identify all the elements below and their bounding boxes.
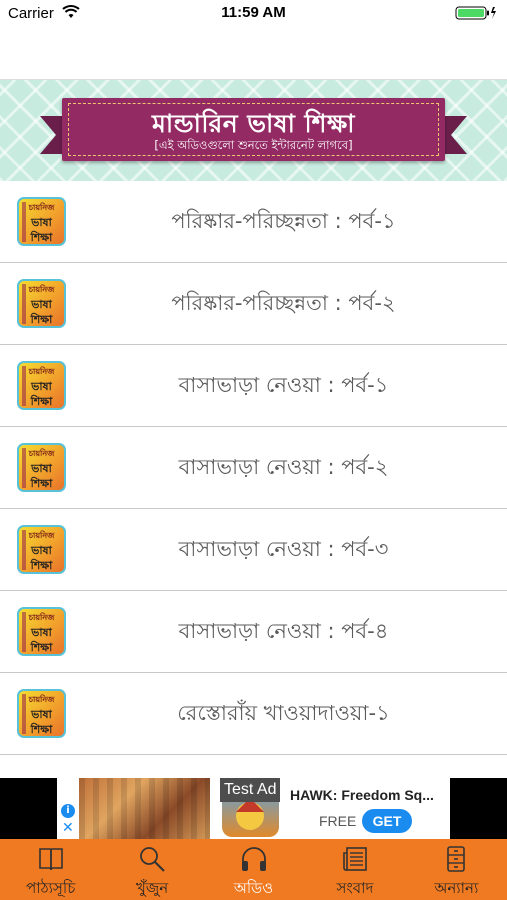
tab-label: সংবাদ <box>336 879 374 897</box>
tab-label: অডিও <box>233 879 274 897</box>
lesson-thumbnail: চায়নিজ ভাষা শিক্ষা <box>17 607 66 656</box>
list-item[interactable]: চায়নিজ ভাষা শিক্ষা বাসাভাড়া নেওয়া : প… <box>0 591 507 673</box>
ad-card[interactable]: i ✕ Test Ad HAWK: Freedom Sq... FREE GET <box>57 778 450 839</box>
lesson-thumbnail: চায়নিজ ভাষা শিক্ষা <box>17 689 66 738</box>
header-banner: মান্ডারিন ভাষা শিক্ষা [এই অডিওগুলো শুনতে… <box>0 80 507 181</box>
ad-banner[interactable]: i ✕ Test Ad HAWK: Freedom Sq... FREE GET <box>0 778 507 839</box>
thumbnail-line3: শিক্ষা <box>30 641 53 654</box>
tab-label: খুঁজুন <box>135 879 169 897</box>
lesson-title: পরিষ্কার-পরিচ্ছন্নতা : পর্ব-১ <box>171 209 396 233</box>
tab-news[interactable]: সংবাদ <box>304 839 405 900</box>
list-item[interactable]: চায়নিজ ভাষা শিক্ষা বাসাভাড়া নেওয়া : প… <box>0 509 507 591</box>
newspaper-icon <box>343 847 367 871</box>
lesson-title: রেস্তোরাঁয় খাওয়াদাওয়া-১ <box>177 701 390 725</box>
banner-ribbon: মান্ডারিন ভাষা শিক্ষা [এই অডিওগুলো শুনতে… <box>62 98 445 161</box>
list-item[interactable]: চায়নিজ ভাষা শিক্ষা বাসাভাড়া নেওয়া : প… <box>0 427 507 509</box>
ad-get-button[interactable]: GET <box>362 809 412 833</box>
lesson-thumbnail: চায়নিজ ভাষা শিক্ষা <box>17 279 66 328</box>
list-item[interactable]: চায়নিজ ভাষা শিক্ষা বাসাভাড়া নেওয়া : প… <box>0 345 507 427</box>
clock: 11:59 AM <box>221 4 286 21</box>
lesson-thumbnail: চায়নিজ ভাষা শিক্ষা <box>17 443 66 492</box>
lesson-title: বাসাভাড়া নেওয়া : পর্ব-২ <box>178 455 389 479</box>
list-item[interactable]: চায়নিজ ভাষা শিক্ষা পরিষ্কার-পরিচ্ছন্নতা… <box>0 181 507 263</box>
navigation-bar <box>0 28 507 80</box>
lesson-thumbnail: চায়নিজ ভাষা শিক্ষা <box>17 197 66 246</box>
ad-price: FREE <box>319 813 357 829</box>
ad-info-icon[interactable]: i <box>61 804 75 818</box>
lesson-title: বাসাভাড়া নেওয়া : পর্ব-৩ <box>178 537 389 561</box>
thumbnail-line3: শিক্ষা <box>30 723 53 736</box>
list-item[interactable]: চায়নিজ ভাষা শিক্ষা রেস্তোরাঁয় খাওয়াদা… <box>0 673 507 755</box>
thumbnail-line3: শিক্ষা <box>30 559 53 572</box>
lesson-title: বাসাভাড়া নেওয়া : পর্ব-৪ <box>178 619 389 643</box>
lesson-thumbnail: চায়নিজ ভাষা শিক্ষা <box>17 361 66 410</box>
list-item[interactable]: চায়নিজ ভাষা শিক্ষা পরিষ্কার-পরিচ্ছন্নতা… <box>0 263 507 345</box>
lesson-title: পরিষ্কার-পরিচ্ছন্নতা : পর্ব-২ <box>171 291 396 315</box>
tab-audio[interactable]: অডিও <box>203 839 304 900</box>
tab-others[interactable]: অন্যান্য <box>406 839 507 900</box>
ad-title[interactable]: HAWK: Freedom Sq... <box>290 787 434 803</box>
lesson-title: বাসাভাড়া নেওয়া : পর্ব-১ <box>178 373 389 397</box>
banner-subtitle: [এই অডিওগুলো শুনতে ইন্টারনেট লাগবে] <box>154 138 353 152</box>
headphones-icon <box>241 847 266 871</box>
test-ad-badge: Test Ad <box>220 778 281 802</box>
tab-syllabus[interactable]: পাঠ্যসূচি <box>0 839 101 900</box>
audio-lesson-list: চায়নিজ ভাষা শিক্ষা পরিষ্কার-পরিচ্ছন্নতা… <box>0 181 507 755</box>
cabinet-icon <box>447 846 466 872</box>
tab-bar: পাঠ্যসূচি খুঁজুন অডিও সংবাদ অন্যান্য <box>0 839 507 900</box>
ad-image[interactable] <box>79 778 210 839</box>
tab-label: অন্যান্য <box>434 879 479 897</box>
book-icon <box>38 848 63 871</box>
search-icon <box>140 847 165 872</box>
thumbnail-line3: শিক্ষা <box>30 395 53 408</box>
status-bar: Carrier 11:59 AM <box>0 0 507 28</box>
lesson-thumbnail: চায়নিজ ভাষা শিক্ষা <box>17 525 66 574</box>
battery-icon <box>455 6 496 20</box>
ad-close-icon[interactable]: ✕ <box>62 820 74 836</box>
thumbnail-line3: শিক্ষা <box>30 313 53 326</box>
tab-label: পাঠ্যসূচি <box>26 879 76 897</box>
thumbnail-line3: শিক্ষা <box>30 231 53 244</box>
tab-search[interactable]: খুঁজুন <box>101 839 202 900</box>
thumbnail-line3: শিক্ষা <box>30 477 53 490</box>
